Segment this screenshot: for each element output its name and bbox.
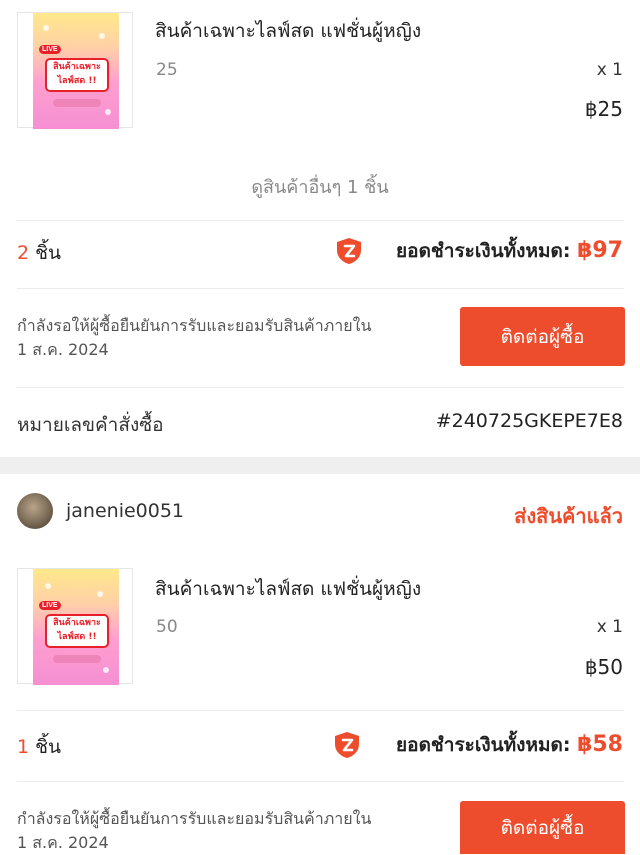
product-name[interactable]: สินค้าเฉพาะไลฟ์สด แฟชั่นผู้หญิง [155, 574, 421, 604]
order-total-value: ฿58 [577, 732, 623, 757]
status-message: กำลังรอให้ผู้ซื้อยืนยันการรับและยอมรับสิ… [17, 316, 372, 359]
order-id[interactable]: #240725GKEPE7E8 [436, 410, 623, 432]
product-quantity: x 1 [596, 60, 623, 80]
order-id-label: หมายเลขคำสั่งซื้อ [17, 414, 164, 436]
product-image: LIVE สินค้าเฉพาะ ไลฟ์สด !! [33, 13, 119, 129]
order-card-1: LIVE สินค้าเฉพาะ ไลฟ์สด !! สินค้าเฉพาะไล… [0, 0, 640, 457]
shield-icon [335, 732, 359, 758]
product-price: ฿25 [584, 97, 623, 121]
buyer-avatar[interactable] [17, 493, 53, 529]
contact-buyer-button[interactable]: ติดต่อผู้ซื้อ [460, 801, 625, 854]
order-total: ยอดชำระเงินทั้งหมด: ฿58 [396, 730, 623, 760]
section-separator [0, 457, 640, 474]
product-image-banner: สินค้าเฉพาะ ไลฟ์สด !! [45, 614, 109, 648]
product-variant: 50 [156, 617, 178, 637]
product-name[interactable]: สินค้าเฉพาะไลฟ์สด แฟชั่นผู้หญิง [155, 16, 421, 46]
product-price: ฿50 [584, 655, 623, 679]
item-count: 2 ชิ้น [17, 242, 62, 264]
live-badge: LIVE [39, 45, 61, 54]
status-message: กำลังรอให้ผู้ซื้อยืนยันการรับและยอมรับสิ… [17, 809, 372, 852]
order-status: ส่งสินค้าแล้ว [514, 504, 623, 528]
product-thumbnail[interactable]: LIVE สินค้าเฉพาะ ไลฟ์สด !! [17, 568, 133, 685]
product-quantity: x 1 [596, 617, 623, 637]
order-card-2: janenie0051 ส่งสินค้าแล้ว LIVE สินค้าเฉพ… [0, 474, 640, 854]
product-image-banner: สินค้าเฉพาะ ไลฟ์สด !! [45, 58, 109, 92]
view-more-items-link[interactable]: ดูสินค้าอื่นๆ 1 ชิ้น [0, 172, 640, 201]
product-variant: 25 [156, 60, 178, 80]
buyer-username[interactable]: janenie0051 [66, 500, 184, 522]
product-image: LIVE สินค้าเฉพาะ ไลฟ์สด !! [33, 569, 119, 685]
order-total-value: ฿97 [577, 238, 623, 263]
order-total-label: ยอดชำระเงินทั้งหมด: [396, 734, 571, 756]
item-count: 1 ชิ้น [17, 736, 62, 758]
live-badge: LIVE [39, 601, 61, 610]
order-total-label: ยอดชำระเงินทั้งหมด: [396, 240, 571, 262]
contact-buyer-button[interactable]: ติดต่อผู้ซื้อ [460, 307, 625, 366]
shield-icon [337, 238, 361, 264]
product-thumbnail[interactable]: LIVE สินค้าเฉพาะ ไลฟ์สด !! [17, 12, 133, 129]
order-total: ยอดชำระเงินทั้งหมด: ฿97 [396, 236, 623, 266]
